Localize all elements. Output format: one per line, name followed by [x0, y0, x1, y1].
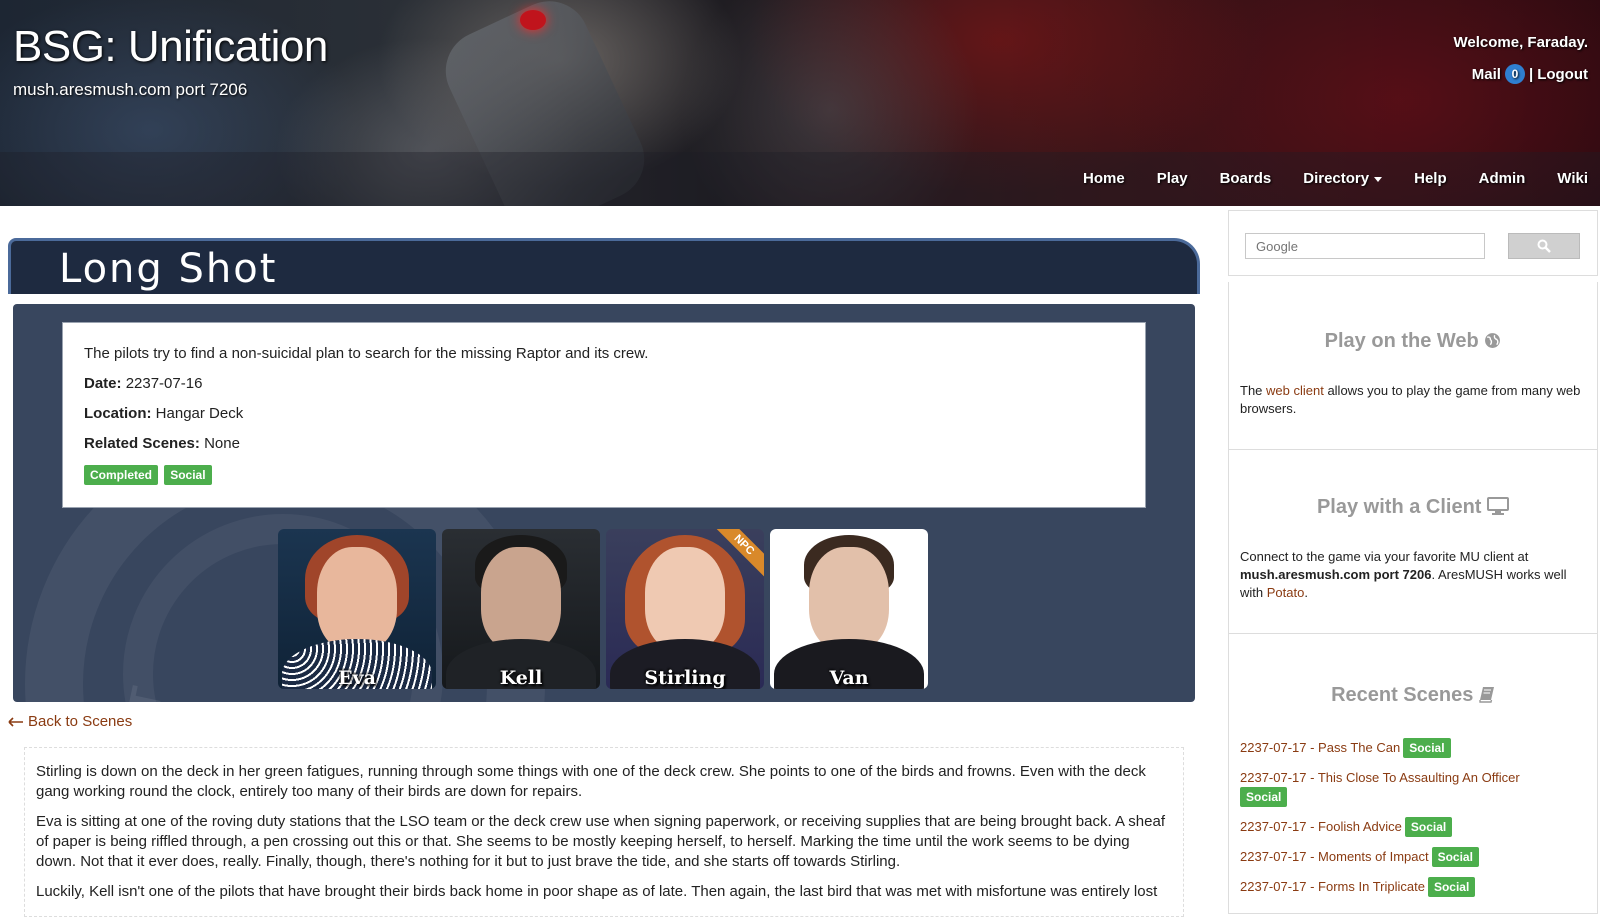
list-item: 2237-07-17 - Foolish Advice Social	[1240, 817, 1587, 837]
play-web-title-text: Play on the Web	[1324, 330, 1479, 352]
type-badge: Social	[1240, 787, 1288, 807]
search-widget	[1228, 210, 1598, 276]
avatar	[645, 547, 725, 651]
participant-name: Van	[829, 667, 869, 689]
play-client-title-text: Play with a Client	[1316, 496, 1482, 518]
site-header: BSG: Unification mush.aresmush.com port …	[0, 0, 1600, 206]
scene-summary-box: The pilots try to find a non-suicidal pl…	[62, 322, 1146, 508]
nav-directory-label: Directory	[1303, 170, 1370, 187]
participant-list: Eva Kell NPC Stirling Van	[278, 529, 928, 689]
mail-count-badge[interactable]: 0	[1504, 64, 1525, 84]
play-web-text: The web client allows you to play the ga…	[1240, 382, 1583, 418]
list-item: 2237-07-17 - Pass The Can Social	[1240, 738, 1587, 758]
log-paragraph: Luckily, Kell isn't one of the pilots th…	[36, 883, 1158, 900]
participant-card-eva[interactable]: Eva	[278, 529, 436, 689]
scene-title-bar: Long Shot	[8, 238, 1200, 294]
play-client-text: Connect to the game via your favorite MU…	[1240, 548, 1583, 602]
list-item: 2237-07-17 - Forms In Triplicate Social	[1240, 877, 1587, 897]
play-web-widget: Play on the Web The web client allows yo…	[1228, 282, 1598, 450]
recent-scene-link[interactable]: 2237-07-17 - Pass The Can	[1240, 740, 1400, 755]
participant-name: Stirling	[644, 667, 726, 689]
participant-card-stirling[interactable]: NPC Stirling	[606, 529, 764, 689]
welcome-text: Welcome, Faraday.	[1453, 34, 1588, 51]
recent-scenes-list: 2237-07-17 - Pass The Can Social 2237-07-…	[1240, 738, 1587, 907]
recent-scenes-title-text: Recent Scenes	[1331, 684, 1474, 706]
play-client-text-before: Connect to the game via your favorite MU…	[1240, 549, 1529, 564]
logout-link[interactable]: Logout	[1537, 66, 1588, 83]
scene-date-label: Date:	[84, 375, 122, 392]
arrow-left-icon	[8, 716, 23, 727]
server-address: mush.aresmush.com port 7206	[1240, 567, 1432, 582]
search-input[interactable]	[1245, 233, 1485, 259]
scene-date-row: Date: 2237-07-16	[84, 375, 1124, 393]
type-badge: Social	[1427, 877, 1476, 897]
play-client-text-after: .	[1304, 585, 1308, 600]
participant-name: Eva	[338, 667, 376, 689]
log-paragraph: Eva is sitting at one of the roving duty…	[36, 813, 1165, 870]
web-client-link[interactable]: web client	[1266, 383, 1324, 398]
header-background-light	[520, 10, 546, 30]
status-badge: Completed	[84, 465, 159, 485]
list-item: 2237-07-17 - Moments of Impact Social	[1240, 847, 1587, 867]
play-web-text-before: The	[1240, 383, 1267, 398]
book-icon	[1479, 687, 1494, 703]
play-web-title: Play on the Web	[1229, 330, 1597, 353]
nav-boards[interactable]: Boards	[1204, 166, 1288, 191]
search-button[interactable]	[1508, 233, 1580, 259]
type-badge: Social	[1403, 738, 1451, 758]
participant-card-van[interactable]: Van	[770, 529, 928, 689]
page-title: Long Shot	[59, 246, 278, 292]
nav-play[interactable]: Play	[1141, 166, 1204, 191]
avatar	[809, 547, 889, 651]
type-badge: Social	[164, 465, 212, 485]
recent-scene-link[interactable]: 2237-07-17 - Forms In Triplicate	[1240, 879, 1425, 894]
scene-log: Stirling is down on the deck in her gree…	[24, 747, 1184, 917]
recent-scenes-widget: Recent Scenes 2237-07-17 - Pass The Can S…	[1228, 634, 1598, 914]
back-to-scenes-label: Back to Scenes	[28, 713, 133, 730]
type-badge: Social	[1404, 817, 1453, 837]
scene-location: Hangar Deck	[155, 405, 244, 422]
monitor-icon	[1487, 497, 1510, 515]
nav-help[interactable]: Help	[1398, 166, 1463, 191]
participant-card-kell[interactable]: Kell	[442, 529, 600, 689]
potato-link[interactable]: Potato	[1267, 585, 1305, 600]
type-badge: Social	[1431, 847, 1479, 867]
caret-down-icon	[1374, 176, 1383, 182]
scene-date: 2237-07-16	[125, 375, 203, 392]
recent-scene-link[interactable]: 2237-07-17 - Foolish Advice	[1240, 819, 1402, 834]
mail-link[interactable]: Mail	[1472, 66, 1501, 83]
recent-scene-link[interactable]: 2237-07-17 - Moments of Impact	[1240, 849, 1429, 864]
nav-home[interactable]: Home	[1067, 166, 1141, 191]
site-subtitle: mush.aresmush.com port 7206	[13, 80, 248, 99]
recent-scene-link[interactable]: 2237-07-17 - This Close To Assaulting An…	[1240, 770, 1520, 785]
scene-tags: Completed Social	[84, 465, 1124, 485]
play-client-title: Play with a Client	[1229, 496, 1597, 519]
avatar	[481, 547, 561, 651]
sidebar: Play on the Web The web client allows yo…	[1228, 206, 1598, 914]
play-client-widget: Play with a Client Connect to the game v…	[1228, 450, 1598, 634]
globe-icon	[1485, 333, 1501, 348]
nav-admin[interactable]: Admin	[1463, 166, 1542, 191]
main-nav: Home Play Boards Directory Help Admin Wi…	[1067, 166, 1588, 191]
nav-wiki[interactable]: Wiki	[1541, 166, 1588, 191]
scene-related-row: Related Scenes: None	[84, 435, 1124, 453]
back-to-scenes-link[interactable]: Back to Scenes	[8, 713, 132, 730]
user-links-separator: |	[1528, 65, 1534, 83]
scene-location-label: Location:	[84, 405, 152, 422]
scene-summary: The pilots try to find a non-suicidal pl…	[84, 345, 649, 362]
scene-related: None	[204, 435, 240, 452]
scene-location-row: Location: Hangar Deck	[84, 405, 1124, 423]
list-item: 2237-07-17 - This Close To Assaulting An…	[1240, 768, 1587, 807]
site-title[interactable]: BSG: Unification	[13, 22, 328, 72]
avatar	[317, 547, 397, 651]
recent-scenes-title: Recent Scenes	[1229, 684, 1597, 707]
log-paragraph: Stirling is down on the deck in her gree…	[36, 763, 1146, 800]
search-icon	[1537, 239, 1551, 253]
nav-directory-dropdown[interactable]: Directory	[1287, 166, 1398, 191]
participant-name: Kell	[499, 667, 543, 689]
user-links: Mail 0 | Logout	[1472, 64, 1588, 84]
scene-related-label: Related Scenes:	[84, 435, 200, 452]
